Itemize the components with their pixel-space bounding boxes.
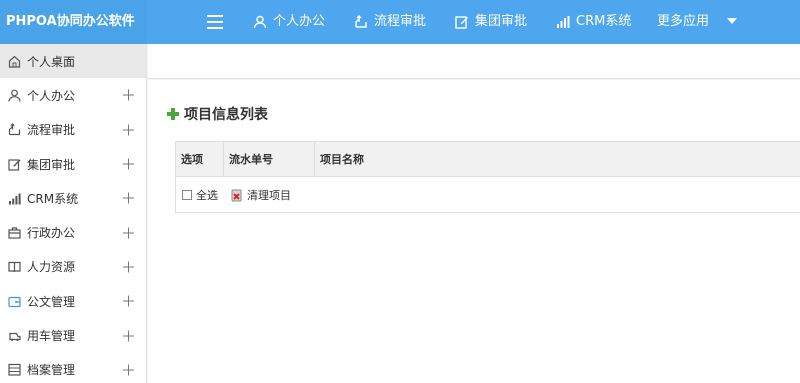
topnav-more-apps[interactable]: 更多应用 xyxy=(657,0,709,44)
expand-plus-icon[interactable] xyxy=(123,330,134,342)
bar-chart-icon xyxy=(557,16,570,28)
clean-project-label: 清理项目 xyxy=(247,188,291,202)
car-icon xyxy=(9,332,21,342)
topnav-label: 流程审批 xyxy=(374,14,427,29)
topnav-personal-office[interactable]: 个人办公 xyxy=(253,0,325,44)
expand-plus-icon[interactable] xyxy=(123,192,134,204)
panel-title-text: 项目信息列表 xyxy=(184,107,268,123)
sidebar-item-label: 用车管理 xyxy=(27,329,76,344)
select-all-checkbox[interactable] xyxy=(182,189,192,200)
top-bar: PHPOA协同办公软件 个人办公 流程审批 集团审批 CRM系统 更多应用 xyxy=(0,0,800,44)
topnav-label: 集团审批 xyxy=(475,14,528,29)
expand-plus-icon[interactable] xyxy=(123,261,134,273)
sidebar-item-label: 人力资源 xyxy=(27,260,76,275)
expand-plus-icon[interactable] xyxy=(123,124,134,136)
main-content: 项目信息列表 选项 流水单号 项目名称 全选 清理项目 xyxy=(148,80,800,383)
table-header: 选项 流水单号 项目名称 xyxy=(176,142,800,177)
sidebar: 个人桌面 个人办公 流程审批 集团审批 CRM系统 行政办公 人力资源 公文管理… xyxy=(0,44,147,383)
sidebar-item-label: 集团审批 xyxy=(27,157,76,172)
topnav-label: CRM系统 xyxy=(576,14,632,29)
topnav-group-approval[interactable]: 集团审批 xyxy=(455,0,527,44)
menu-toggle-icon[interactable] xyxy=(207,15,223,29)
flow-icon xyxy=(355,15,367,28)
add-plus-icon xyxy=(167,108,179,120)
bar-chart-icon xyxy=(9,193,21,205)
project-table: 选项 流水单号 项目名称 全选 清理项目 xyxy=(175,141,800,213)
panel-title: 项目信息列表 xyxy=(166,104,268,124)
tab-bar xyxy=(148,44,800,79)
topnav-label: 更多应用 xyxy=(657,14,710,29)
home-icon xyxy=(8,55,21,68)
sidebar-item-document[interactable]: 公文管理 xyxy=(0,284,146,318)
sidebar-item-label: 档案管理 xyxy=(27,363,76,378)
briefcase-icon xyxy=(8,227,21,239)
sidebar-item-admin-office[interactable]: 行政办公 xyxy=(0,215,146,249)
select-all-label: 全选 xyxy=(196,188,218,202)
sidebar-item-group-approval[interactable]: 集团审批 xyxy=(0,147,146,181)
sidebar-item-flow-approval[interactable]: 流程审批 xyxy=(0,113,146,147)
column-header-serial: 流水单号 xyxy=(224,142,315,177)
column-header-project-name: 项目名称 xyxy=(320,153,364,166)
expand-plus-icon[interactable] xyxy=(123,227,134,239)
app-title: PHPOA协同办公软件 xyxy=(0,0,147,44)
expand-plus-icon[interactable] xyxy=(123,295,134,307)
sidebar-item-label: 行政办公 xyxy=(27,226,76,241)
expand-plus-icon[interactable] xyxy=(123,158,134,170)
expand-plus-icon[interactable] xyxy=(123,364,134,376)
column-header-option: 选项 xyxy=(176,142,224,177)
topnav-flow-approval[interactable]: 流程审批 xyxy=(354,0,426,44)
clean-project-button[interactable]: 清理项目 xyxy=(230,187,291,203)
table-footer-row: 全选 清理项目 xyxy=(176,177,800,212)
sidebar-item-archive[interactable]: 档案管理 xyxy=(0,353,146,383)
sidebar-item-label: CRM系统 xyxy=(27,191,79,206)
sidebar-item-personal-office[interactable]: 个人办公 xyxy=(0,78,146,112)
topnav-label: 个人办公 xyxy=(273,14,326,29)
book-icon xyxy=(8,262,21,273)
topnav-crm[interactable]: CRM系统 xyxy=(556,0,631,44)
expand-plus-icon[interactable] xyxy=(123,89,134,101)
sidebar-item-label: 个人办公 xyxy=(27,88,76,103)
sidebar-item-crm[interactable]: CRM系统 xyxy=(0,181,146,215)
chevron-down-icon[interactable] xyxy=(727,18,737,24)
sidebar-item-label: 公文管理 xyxy=(27,294,76,309)
flow-icon xyxy=(8,123,21,136)
archive-icon xyxy=(8,364,21,376)
sidebar-item-desktop[interactable]: 个人桌面 xyxy=(0,44,146,79)
sidebar-item-label: 个人桌面 xyxy=(27,54,76,69)
user-icon xyxy=(8,89,21,102)
edit-icon xyxy=(8,158,21,171)
sidebar-item-vehicle[interactable]: 用车管理 xyxy=(0,318,146,352)
select-all[interactable]: 全选 xyxy=(182,187,218,203)
folder-icon xyxy=(8,296,21,307)
sidebar-item-hr[interactable]: 人力资源 xyxy=(0,250,146,284)
delete-icon xyxy=(231,189,242,201)
user-icon xyxy=(253,15,267,29)
edit-icon xyxy=(455,16,468,29)
sidebar-item-label: 流程审批 xyxy=(27,123,76,138)
